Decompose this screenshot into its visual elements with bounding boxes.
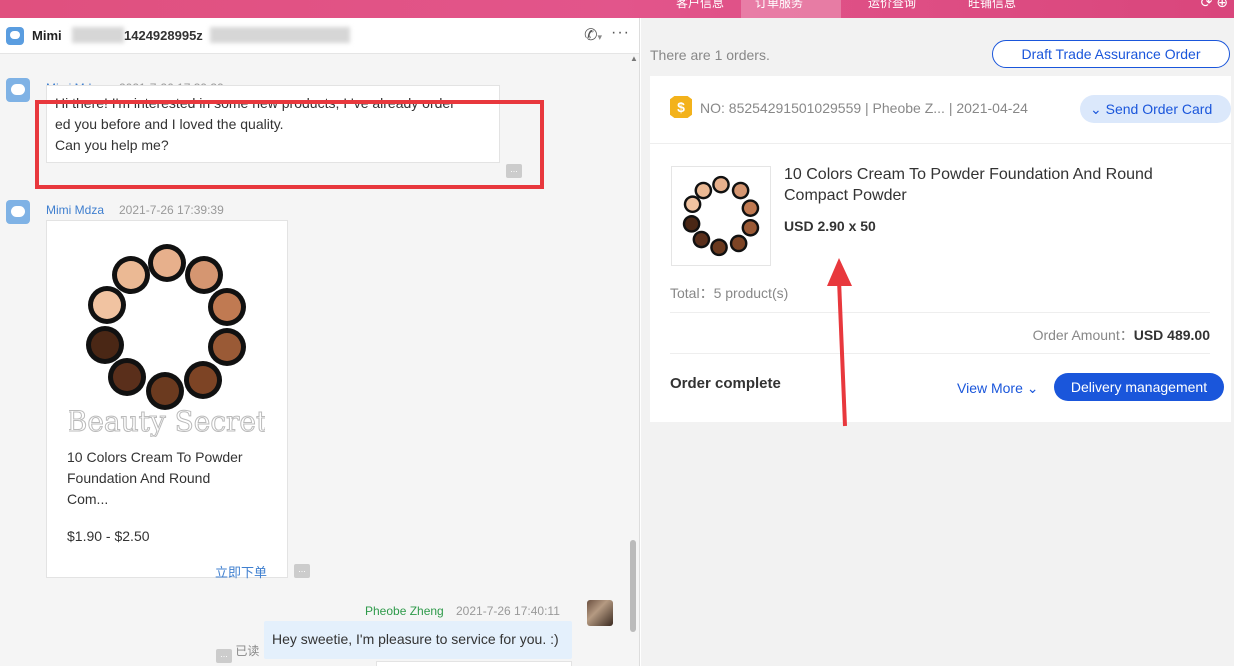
message-menu-icon[interactable]: ... <box>216 649 232 663</box>
orders-count: There are 1 orders. <box>650 47 770 63</box>
product-card[interactable]: Beauty Secret 10 Colors Cream To Powder … <box>46 220 288 581</box>
draft-order-button[interactable]: Draft Trade Assurance Order <box>992 40 1230 68</box>
contact-name: Mimi <box>32 28 62 43</box>
delivery-management-button[interactable]: Delivery management <box>1054 373 1224 401</box>
contact-id: 1424928995z <box>124 28 203 43</box>
message-time: 2021-7-26 17:40:11 <box>456 604 560 618</box>
order-product-title-line: Compact Powder <box>784 187 907 204</box>
order-product-price: USD 2.90 x 50 <box>784 218 876 234</box>
chat-panel: Mimi 1424928995z ✆▾ ··· ▲ Mimi Mdza 2021… <box>0 18 640 666</box>
message-menu-icon[interactable]: ... <box>506 164 522 178</box>
add-icon[interactable]: ⊕ <box>1216 0 1228 10</box>
order-number: NO: 85254291501029559 | Pheobe Z... | 20… <box>700 100 1028 116</box>
masked-info <box>72 27 124 43</box>
refresh-icon[interactable]: ⟳ <box>1201 0 1213 10</box>
view-more-link[interactable]: View More ⌄ <box>957 380 1039 397</box>
product-title-line: 10 Colors Cream To Powder <box>67 449 243 465</box>
product-title[interactable]: 10 Colors Cream To Powder Foundation And… <box>67 447 277 510</box>
read-label: 已读 <box>235 644 260 658</box>
order-product-title-line: 10 Colors Cream To Powder Foundation And… <box>784 166 1153 183</box>
divider <box>670 353 1210 354</box>
scroll-up-icon[interactable]: ▲ <box>630 54 638 63</box>
order-amount-value: USD 489.00 <box>1133 327 1210 343</box>
tab-shop-info[interactable]: 旺铺信息 <box>954 0 1030 18</box>
phone-icon[interactable]: ✆▾ <box>584 25 602 45</box>
order-status: Order complete <box>670 375 781 392</box>
chat-scrollbar[interactable] <box>630 540 636 632</box>
tab-freight-query[interactable]: 运价查询 <box>854 0 930 18</box>
product-title-line: Foundation And Round <box>67 470 211 486</box>
chat-header: Mimi 1424928995z ✆▾ ··· <box>0 18 639 54</box>
order-panel: There are 1 orders. Draft Trade Assuranc… <box>641 18 1234 666</box>
order-product-title[interactable]: 10 Colors Cream To Powder Foundation And… <box>784 164 1204 206</box>
product-title-line: Com... <box>67 491 109 507</box>
chevron-down-icon: ⌄ <box>1026 380 1039 396</box>
tab-order-service[interactable]: 订单服务 <box>741 0 841 18</box>
message-menu-icon[interactable]: ... <box>294 564 310 578</box>
dollar-coin-icon: $ <box>670 96 692 118</box>
chevron-down-icon: ⌄ <box>1090 101 1102 117</box>
highlight-box <box>35 100 544 189</box>
avatar <box>587 600 613 626</box>
order-card: $ NO: 85254291501029559 | Pheobe Z... | … <box>650 76 1231 422</box>
divider <box>670 312 1210 313</box>
order-amount-label: Order Amount： <box>1032 327 1134 343</box>
product-image: Beauty Secret <box>69 233 265 437</box>
chat-app-icon <box>6 27 24 45</box>
tab-customer-info[interactable]: 客户信息 <box>662 0 738 18</box>
message-bubble: Hey sweetie, I'm pleasure to service for… <box>264 621 572 659</box>
message-bubble-partial <box>376 661 572 666</box>
order-amount: Order Amount：USD 489.00 <box>1033 325 1210 345</box>
sender-name: Mimi Mdza <box>46 203 105 217</box>
view-more-label: View More <box>957 380 1023 396</box>
avatar <box>6 200 30 224</box>
order-product-thumbnail[interactable] <box>671 166 771 266</box>
masked-info-2 <box>210 27 350 43</box>
topbar-icons: ⟳ ⊕ <box>1201 0 1228 11</box>
message-time: 2021-7-26 17:39:39 <box>119 203 224 217</box>
more-icon[interactable]: ··· <box>611 24 630 42</box>
order-total: Total：5 product(s) <box>670 285 789 301</box>
send-order-card-label: Send Order Card <box>1105 101 1213 117</box>
watermark-text: Beauty Secret <box>69 405 265 437</box>
product-price: $1.90 - $2.50 <box>67 528 150 544</box>
buy-now-link[interactable]: 立即下单 <box>215 562 267 581</box>
send-order-card-button[interactable]: ⌄ Send Order Card <box>1080 95 1231 123</box>
read-status: ... 已读 <box>216 642 260 663</box>
top-tab-bar: 客户信息 订单服务 运价查询 旺铺信息 ⟳ ⊕ <box>0 0 1234 18</box>
sender-name: Pheobe Zheng <box>365 604 444 618</box>
avatar <box>6 78 30 102</box>
order-header: $ NO: 85254291501029559 | Pheobe Z... | … <box>650 76 1231 144</box>
